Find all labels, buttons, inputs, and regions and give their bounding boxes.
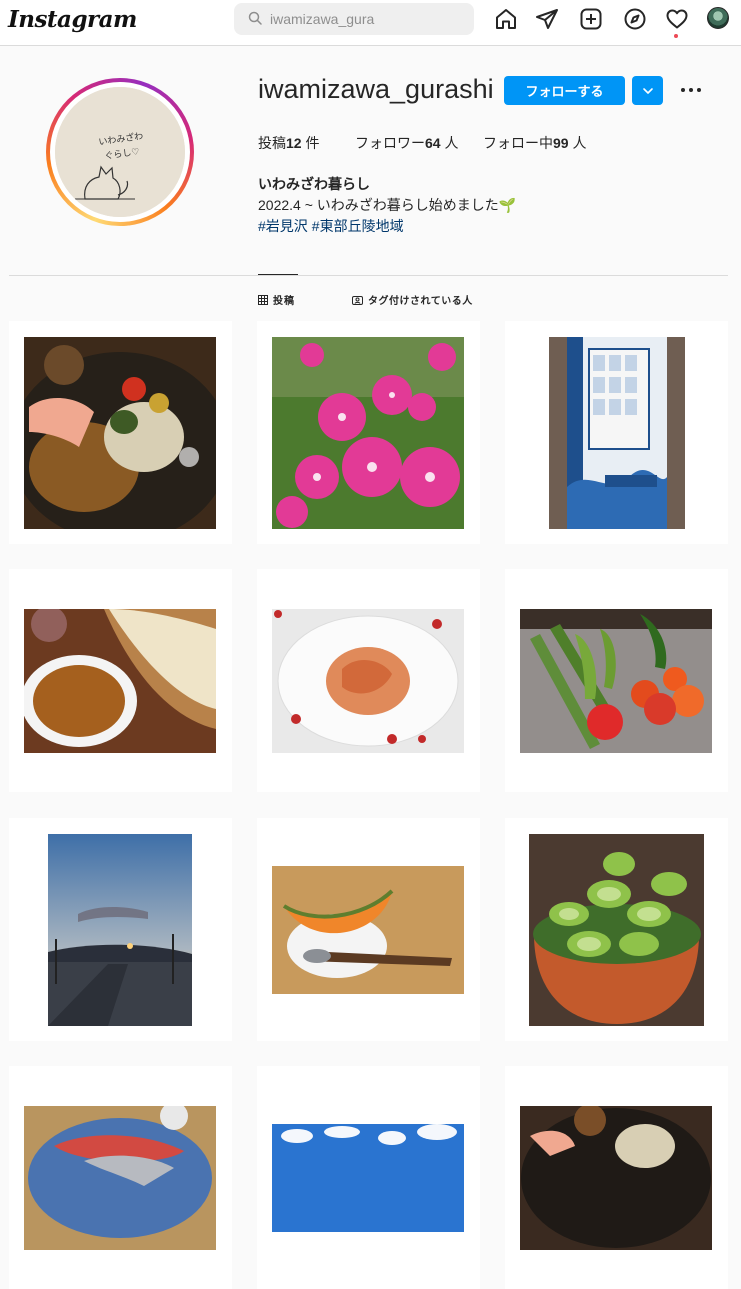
posts-label: 投稿 xyxy=(258,135,286,151)
direct-message-icon[interactable] xyxy=(535,7,559,31)
follow-button[interactable]: フォローする xyxy=(504,76,625,105)
post-tile[interactable] xyxy=(257,569,480,792)
suggested-accounts-button[interactable] xyxy=(632,76,663,105)
following-unit: 人 xyxy=(572,135,587,151)
following-label: フォロー中 xyxy=(483,135,553,151)
profile-full-name: いわみざわ暮らし xyxy=(258,176,370,192)
post-tile[interactable] xyxy=(9,1066,232,1289)
new-post-icon[interactable] xyxy=(579,7,603,31)
post-tile[interactable] xyxy=(9,569,232,792)
post-tile[interactable] xyxy=(505,1066,728,1289)
post-tile[interactable] xyxy=(257,321,480,544)
hashtag-link[interactable]: #岩見沢 xyxy=(258,218,308,234)
story-ring[interactable]: いわみざわ ぐらし♡ xyxy=(46,78,194,226)
post-image-cucumber xyxy=(529,834,704,1026)
profile-picture: いわみざわ ぐらし♡ xyxy=(55,87,185,217)
post-image-vegetables xyxy=(520,609,712,753)
post-image-soup-curry xyxy=(520,1106,712,1250)
activity-heart-icon[interactable] xyxy=(665,7,689,31)
following-number: 99 xyxy=(553,135,569,151)
tagged-icon xyxy=(352,295,363,305)
grid-icon xyxy=(258,294,268,305)
tab-posts-label: 投稿 xyxy=(273,296,295,307)
search-icon xyxy=(248,11,262,25)
post-tile[interactable] xyxy=(9,321,232,544)
notification-dot xyxy=(674,34,678,38)
post-tile[interactable] xyxy=(9,818,232,1041)
post-tile[interactable] xyxy=(257,1066,480,1289)
followers-count[interactable]: フォロワー64 人 xyxy=(355,133,458,153)
tabs-divider xyxy=(9,275,728,276)
tab-tagged-label: タグ付けされている人 xyxy=(368,296,473,307)
post-image-sashimi xyxy=(24,1106,216,1250)
home-icon[interactable] xyxy=(494,7,518,31)
post-image-pasta xyxy=(272,609,464,753)
followers-unit: 人 xyxy=(444,135,459,151)
hashtag-link[interactable]: #東部丘陵地域 xyxy=(312,218,404,234)
posts-count: 投稿12 件 xyxy=(258,133,319,153)
post-image-curry xyxy=(24,337,216,529)
posts-number: 12 xyxy=(286,135,302,151)
profile-username: iwamizawa_gurashi xyxy=(258,74,494,104)
post-image-sunset-road xyxy=(48,834,192,1026)
tab-tagged[interactable]: タグ付けされている人 xyxy=(352,292,473,307)
followers-number: 64 xyxy=(425,135,441,151)
tab-posts[interactable]: 投稿 xyxy=(258,292,295,307)
post-tile[interactable] xyxy=(505,321,728,544)
posts-unit: 件 xyxy=(305,135,320,151)
post-tile[interactable] xyxy=(257,818,480,1041)
post-tile[interactable] xyxy=(505,818,728,1041)
profile-avatar[interactable] xyxy=(707,7,729,29)
post-image-vending-machine xyxy=(549,337,685,529)
explore-icon[interactable] xyxy=(623,7,647,31)
profile-bio: 2022.4 ~ いわみざわ暮らし始めました🌱 xyxy=(258,197,517,213)
post-image-melon xyxy=(272,866,464,994)
post-image-petunias xyxy=(272,337,464,529)
search-input[interactable] xyxy=(270,3,466,35)
following-count[interactable]: フォロー中99 人 xyxy=(483,133,586,153)
post-image-curry-naan xyxy=(24,609,216,753)
active-tab-indicator xyxy=(258,274,298,275)
followers-label: フォロワー xyxy=(355,135,425,151)
post-image-blue-sky xyxy=(272,1124,464,1232)
chevron-down-icon xyxy=(642,87,653,94)
more-options-icon[interactable] xyxy=(679,82,703,98)
top-navigation-bar: Instagram xyxy=(0,0,741,46)
search-box[interactable] xyxy=(234,3,474,35)
profile-hashtags: #岩見沢 #東部丘陵地域 xyxy=(258,216,408,236)
instagram-logo[interactable]: Instagram xyxy=(8,6,137,33)
post-tile[interactable] xyxy=(505,569,728,792)
